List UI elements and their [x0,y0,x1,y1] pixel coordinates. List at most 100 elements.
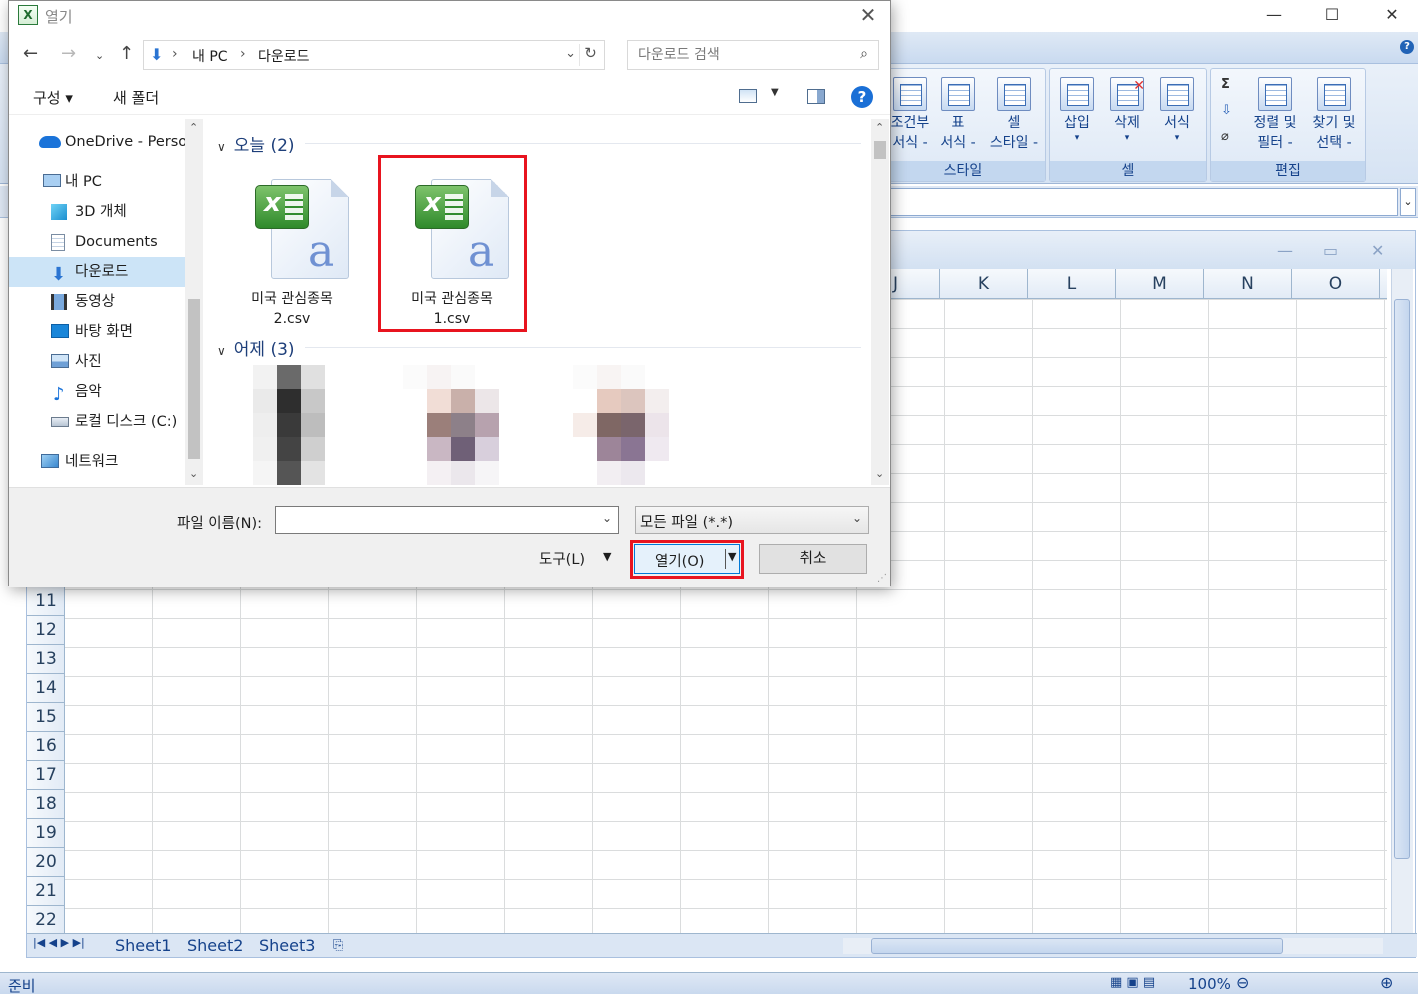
sidebar-item-downloads[interactable]: ⬇ 다운로드 [9,257,185,287]
column-header[interactable]: N [1204,269,1292,299]
insert-button[interactable]: 삽입 ▾ [1052,69,1102,143]
close-icon[interactable]: ✕ [856,3,880,27]
back-arrow-icon[interactable]: ← [23,43,38,64]
vertical-scrollbar[interactable] [1391,269,1413,933]
format-button[interactable]: 서식 ▾ [1152,69,1202,143]
scroll-down-icon[interactable]: ⌄ [189,467,198,480]
zoom-level[interactable]: 100% [1188,975,1231,993]
row-header[interactable]: 15 [27,703,65,732]
scroll-down-icon[interactable]: ⌄ [875,467,884,480]
refresh-icon[interactable]: ↻ [579,44,601,66]
column-header[interactable]: M [1116,269,1204,299]
find-select-button[interactable]: 찾기 및 선택 - [1305,69,1363,153]
search-box[interactable]: ⌕ [627,40,879,70]
row-header[interactable]: 18 [27,790,65,819]
maximize-button[interactable]: ☐ [1312,4,1352,28]
resize-grip-icon[interactable]: ⋰ [877,573,887,584]
zoom-out-icon[interactable]: ⊖ [1236,973,1249,992]
insert-sheet-icon[interactable]: ⎘ [333,936,343,956]
sidebar-item-3d-objects[interactable]: 3D 개체 [9,197,185,227]
file-list-scrollbar[interactable]: ⌃ ⌄ [871,119,889,485]
filename-input[interactable] [280,510,590,530]
cancel-button[interactable]: 취소 [759,544,867,574]
sidebar-item-local-disk[interactable]: 로컬 디스크 (C:) [9,407,185,437]
file-item-blurred[interactable] [573,365,669,485]
group-header-yesterday[interactable]: ∨ 어제 (3) [217,335,295,360]
breadcrumb-item[interactable]: 다운로드 [258,46,310,66]
sheet-nav-arrows-icon[interactable]: |◀ ◀ ▶ ▶| [33,936,85,949]
search-input[interactable] [638,45,838,65]
address-bar[interactable]: ⬇ › 내 PC › 다운로드 ⌄ ↻ [143,40,605,70]
row-header[interactable]: 14 [27,674,65,703]
file-item-blurred[interactable] [403,365,499,485]
delete-button[interactable]: 삭제 ▾ [1102,69,1152,143]
workbook-minimize-button[interactable]: — [1277,241,1293,260]
tools-button[interactable]: 도구(L) [539,548,585,569]
group-header-today[interactable]: ∨ 오늘 (2) [217,131,295,156]
row-header[interactable]: 19 [27,819,65,848]
clear-icon[interactable]: ⌀ [1221,129,1229,144]
navigation-scrollbar[interactable]: ⌃ ⌄ [185,119,203,485]
breadcrumb-item[interactable]: 내 PC [192,46,228,66]
caret-down-icon[interactable]: ▼ [603,550,611,563]
formula-expand-button[interactable]: ⌄ [1400,188,1416,216]
formula-input[interactable] [880,188,1398,216]
row-header[interactable]: 11 [27,587,65,616]
forward-arrow-icon[interactable]: → [61,43,76,64]
preview-pane-icon[interactable] [807,89,825,104]
zoom-in-icon[interactable]: ⊕ [1380,973,1393,992]
horizontal-scroll-thumb[interactable] [871,938,1283,954]
sheet-tab[interactable]: Sheet3 [259,936,315,956]
conditional-format-button[interactable]: 조건부 서식 - [885,69,935,153]
row-header[interactable]: 22 [27,906,65,935]
view-buttons-icon[interactable]: ▦ ▣ ▤ [1110,975,1155,990]
sidebar-item-onedrive[interactable]: OneDrive - Personal [9,127,185,157]
filetype-select[interactable]: 모든 파일 (*.*) ⌄ [635,506,869,534]
filename-combobox[interactable]: ⌄ [275,506,619,534]
column-header[interactable]: K [940,269,1028,299]
workbook-restore-button[interactable]: ▭ [1323,241,1338,260]
file-item-blurred[interactable] [253,365,349,485]
sidebar-item-network[interactable]: 네트워크 [9,447,185,477]
search-icon[interactable]: ⌕ [860,46,868,62]
file-list-scroll-thumb[interactable] [874,141,886,159]
horizontal-scrollbar[interactable] [843,938,1383,954]
sidebar-item-documents[interactable]: Documents [9,227,185,257]
breadcrumb-separator-icon[interactable]: › [172,46,178,62]
row-header[interactable]: 16 [27,732,65,761]
row-header[interactable]: 21 [27,877,65,906]
up-arrow-icon[interactable]: ↑ [119,43,134,64]
organize-button[interactable]: 구성 ▾ [33,87,73,108]
chevron-down-icon[interactable]: ⌄ [565,46,576,61]
format-as-table-button[interactable]: 표 서식 - [933,69,983,153]
vertical-scroll-thumb[interactable] [1394,299,1410,859]
scroll-up-icon[interactable]: ⌃ [875,121,884,134]
row-header[interactable]: 12 [27,616,65,645]
workbook-close-button[interactable]: ✕ [1371,241,1384,260]
autosum-icon[interactable]: Σ [1221,77,1230,92]
sidebar-item-this-pc[interactable]: 내 PC [9,167,185,197]
help-icon[interactable]: ? [851,86,873,108]
sheet-tab[interactable]: Sheet2 [187,936,243,956]
fill-icon[interactable]: ⇩ [1221,103,1232,118]
chevron-down-icon[interactable]: ⌄ [602,511,612,525]
new-folder-button[interactable]: 새 폴더 [113,87,159,108]
column-header[interactable]: L [1028,269,1116,299]
scroll-up-icon[interactable]: ⌃ [189,121,198,134]
close-button[interactable]: ✕ [1372,4,1412,28]
sort-filter-button[interactable]: 정렬 및 필터 - [1247,69,1303,153]
row-header[interactable]: 13 [27,645,65,674]
sidebar-item-music[interactable]: ♪ 음악 [9,377,185,407]
navigation-scroll-thumb[interactable] [188,299,200,459]
sidebar-item-videos[interactable]: 동영상 [9,287,185,317]
breadcrumb-separator-icon[interactable]: › [240,46,246,62]
row-header[interactable]: 20 [27,848,65,877]
recent-locations-chevron-icon[interactable]: ⌄ [95,49,104,62]
view-options-caret-icon[interactable]: ▼ [771,87,779,98]
row-header[interactable]: 17 [27,761,65,790]
sidebar-item-pictures[interactable]: 사진 [9,347,185,377]
cell-styles-button[interactable]: 셀 스타일 - [983,69,1045,153]
column-header[interactable]: O [1292,269,1380,299]
change-view-icon[interactable] [739,89,757,103]
sheet-tab[interactable]: Sheet1 [115,936,171,956]
